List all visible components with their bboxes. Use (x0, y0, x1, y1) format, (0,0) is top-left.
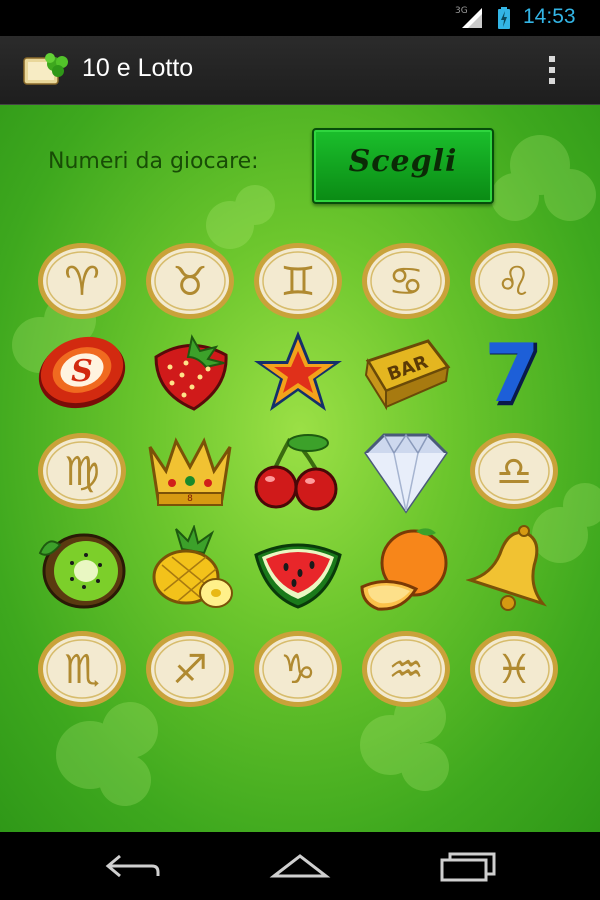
pineapple-button[interactable] (142, 525, 238, 613)
home-icon[interactable] (268, 848, 332, 884)
pisces-glyph: ♓ (496, 647, 532, 693)
sagittarius-button[interactable]: ♐ (142, 625, 238, 713)
status-bar: 3G 14:53 (0, 0, 600, 36)
bell-button[interactable] (466, 525, 562, 613)
gemini-button[interactable]: ♊ (250, 237, 346, 325)
aquarius-icon: ♒ (362, 631, 450, 707)
aries-icon: ♈ (38, 243, 126, 319)
libra-button[interactable]: ♎ (466, 427, 562, 515)
scorpio-icon: ♏ (38, 631, 126, 707)
bar-button[interactable]: BAR (358, 327, 454, 415)
seven-icon: 7 7 (484, 327, 544, 415)
main-panel: Numeri da giocare: Scegli ♈ ♉ ♊ ♋ ♌ S BA… (0, 105, 600, 832)
capricorn-glyph: ♑ (280, 647, 316, 693)
orange-button[interactable] (358, 525, 454, 613)
cancer-button[interactable]: ♋ (358, 237, 454, 325)
watermelon-icon (254, 543, 342, 609)
overflow-menu-icon[interactable] (540, 50, 564, 90)
app-icon[interactable] (22, 50, 70, 90)
leo-glyph: ♌ (496, 259, 532, 305)
pisces-button[interactable]: ♓ (466, 625, 562, 713)
bell-icon (466, 525, 547, 611)
cancer-glyph: ♋ (388, 259, 424, 305)
scorpio-button[interactable]: ♏ (34, 625, 130, 713)
choose-button[interactable]: Scegli (312, 128, 494, 204)
kiwi-button[interactable] (34, 525, 130, 613)
numbers-to-play-label: Numeri da giocare: (48, 149, 259, 174)
crown-button[interactable]: 8 (142, 427, 238, 515)
taurus-icon: ♉ (146, 243, 234, 319)
libra-icon: ♎ (470, 433, 558, 509)
recent-apps-icon[interactable] (436, 848, 500, 884)
signal-icon (462, 8, 482, 28)
scorpio-glyph: ♏ (64, 647, 100, 693)
star-icon (254, 331, 342, 411)
orange-icon (360, 528, 448, 611)
taurus-glyph: ♉ (172, 259, 208, 305)
libra-glyph: ♎ (496, 449, 532, 495)
strawberry-button[interactable] (142, 327, 238, 415)
star-button[interactable] (250, 327, 346, 415)
virgo-button[interactable]: ♍ (34, 427, 130, 515)
leo-icon: ♌ (470, 243, 558, 319)
gemini-icon: ♊ (254, 243, 342, 319)
pisces-icon: ♓ (470, 631, 558, 707)
crown-icon: 8 (148, 437, 232, 506)
aquarius-button[interactable]: ♒ (358, 625, 454, 713)
strawberry-icon (154, 334, 228, 411)
seven-text: 7 (484, 327, 540, 415)
cherries-icon (254, 434, 338, 511)
aquarius-glyph: ♒ (388, 647, 424, 693)
aries-button[interactable]: ♈ (34, 237, 130, 325)
navigation-bar (0, 832, 600, 900)
sagittarius-glyph: ♐ (172, 647, 208, 693)
clock: 14:53 (523, 5, 576, 28)
sagittarius-icon: ♐ (146, 631, 234, 707)
battery-icon (498, 7, 510, 29)
diamond-button[interactable] (358, 427, 454, 515)
virgo-glyph: ♍ (64, 449, 100, 495)
kiwi-icon (38, 533, 126, 609)
capricorn-button[interactable]: ♑ (250, 625, 346, 713)
capricorn-icon: ♑ (254, 631, 342, 707)
token-icon: S (38, 336, 126, 409)
diamond-icon (364, 433, 448, 514)
aries-glyph: ♈ (64, 259, 100, 305)
action-bar: 10 e Lotto (0, 36, 600, 105)
app-title: 10 e Lotto (82, 54, 194, 82)
cancer-icon: ♋ (362, 243, 450, 319)
taurus-button[interactable]: ♉ (142, 237, 238, 325)
watermelon-button[interactable] (250, 525, 346, 613)
cherries-button[interactable] (250, 427, 346, 515)
crown-badge-text: 8 (187, 494, 193, 504)
seven-button[interactable]: 7 7 (466, 327, 562, 415)
leo-button[interactable]: ♌ (466, 237, 562, 325)
pineapple-icon (152, 525, 233, 608)
bar-icon: BAR (364, 339, 451, 411)
token-letter: S (71, 354, 93, 389)
token-button[interactable]: S (34, 327, 130, 415)
back-icon[interactable] (100, 848, 164, 884)
gemini-glyph: ♊ (280, 259, 316, 305)
virgo-icon: ♍ (38, 433, 126, 509)
choose-button-label: Scegli (348, 144, 458, 179)
